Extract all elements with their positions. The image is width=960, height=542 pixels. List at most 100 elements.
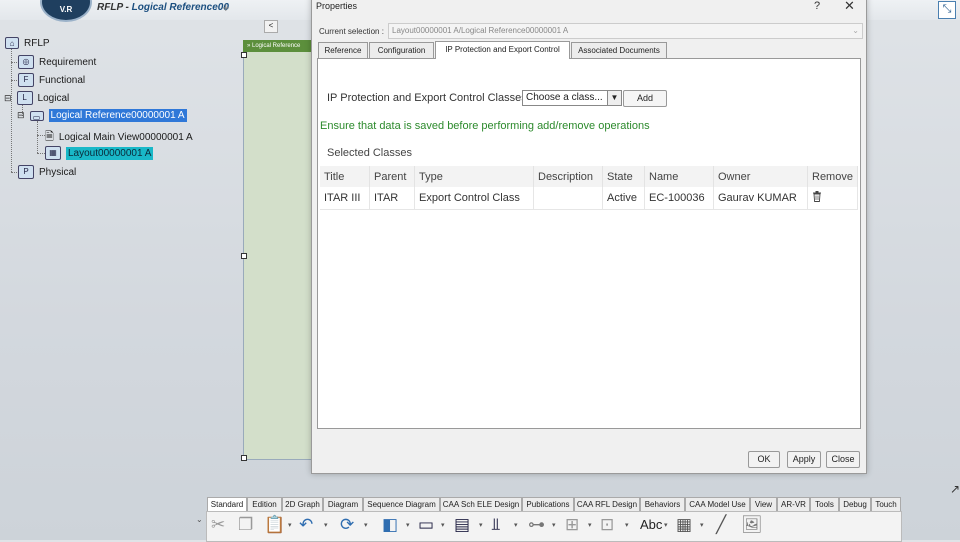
tab-associated-documents[interactable]: Associated Documents: [571, 42, 667, 58]
canvas-header: » Logical Reference: [243, 40, 317, 52]
ip-classes-label: IP Protection and Export Control Classes: [327, 92, 527, 104]
column-header[interactable]: Type: [414, 166, 534, 187]
paste-icon[interactable]: 📋: [264, 515, 285, 535]
tree-label: Logical Main View00000001 A: [58, 132, 193, 143]
chevron-down-icon[interactable]: ▾: [479, 521, 483, 529]
image-icon[interactable]: 🖼: [741, 515, 763, 535]
help-button[interactable]: ?: [814, 0, 820, 12]
layout-icon[interactable]: ⊞: [565, 515, 579, 535]
cell-name: EC-100036: [644, 187, 714, 210]
layout-icon: ▦: [45, 146, 61, 160]
resize-handle[interactable]: [241, 455, 247, 461]
tree-label: Physical: [39, 166, 77, 178]
layers-icon[interactable]: ◧: [382, 515, 398, 535]
view-document-icon: 🗎: [45, 131, 54, 143]
column-header[interactable]: Description: [533, 166, 603, 187]
rflp-icon: ⌂: [5, 37, 19, 49]
chevron-down-icon[interactable]: ▾: [552, 521, 556, 529]
tree-connector: [37, 153, 45, 154]
chevron-down-icon[interactable]: ⌄: [852, 24, 859, 38]
rectangle-icon[interactable]: ▭: [418, 515, 434, 535]
collapse-arrow-icon[interactable]: ⤡: [938, 1, 956, 19]
tree-node-logical[interactable]: ⊟ L Logical: [4, 91, 69, 105]
text-tool-icon[interactable]: Abc: [640, 515, 662, 535]
close-icon[interactable]: ✕: [844, 0, 855, 14]
requirement-icon: ◎: [18, 55, 34, 69]
tab-ip-protection[interactable]: IP Protection and Export Control: [435, 41, 570, 59]
table-grid-icon[interactable]: ▤: [454, 515, 470, 535]
tab-reference[interactable]: Reference: [318, 42, 368, 58]
new-tab-button[interactable]: +: [222, 0, 230, 15]
table-icon[interactable]: ▦: [676, 515, 692, 535]
tree-node-functional[interactable]: F Functional: [18, 73, 85, 87]
apply-button[interactable]: Apply: [787, 451, 821, 468]
tree-label: Requirement: [39, 56, 97, 68]
column-header[interactable]: Owner: [713, 166, 808, 187]
chevron-down-icon[interactable]: ▼: [607, 91, 621, 105]
tree-node-requirement[interactable]: ◎ Requirement: [18, 55, 96, 69]
tree-node-layout[interactable]: ▦ Layout00000001 A: [45, 146, 154, 160]
chevron-down-icon[interactable]: ▾: [588, 521, 592, 529]
table-row[interactable]: ITAR III ITAR Export Control Class Activ…: [320, 187, 858, 210]
component-icon[interactable]: ⊡: [600, 515, 614, 535]
ok-button[interactable]: OK: [748, 451, 780, 468]
current-selection-field[interactable]: Layout00000001 A/Logical Reference000000…: [388, 23, 863, 39]
column-header[interactable]: Parent: [369, 166, 415, 187]
chevron-down-icon[interactable]: ▾: [700, 521, 704, 529]
tree-connector: [37, 135, 45, 136]
chevron-down-icon[interactable]: ⌄: [196, 515, 203, 524]
trash-icon[interactable]: [812, 191, 822, 202]
chevron-down-icon[interactable]: ▾: [441, 521, 445, 529]
chevron-down-icon[interactable]: ▾: [364, 521, 368, 529]
cell-parent: ITAR: [369, 187, 415, 210]
close-button[interactable]: Close: [826, 451, 860, 468]
undo-icon[interactable]: ↶: [299, 515, 313, 535]
resize-handle[interactable]: [241, 253, 247, 259]
cell-state: Active: [602, 187, 645, 210]
tree-node-physical[interactable]: P Physical: [18, 165, 76, 179]
scroll-left-button[interactable]: <: [264, 20, 278, 33]
functional-icon: F: [18, 73, 34, 87]
title-prefix: RFLP -: [97, 2, 132, 13]
table-header-row: Title Parent Type Description State Name…: [320, 166, 858, 187]
column-header[interactable]: Name: [644, 166, 714, 187]
copy-icon[interactable]: ❐: [238, 515, 253, 535]
column-header[interactable]: Remove: [807, 166, 858, 187]
cut-icon[interactable]: ✂: [211, 515, 225, 535]
app-title[interactable]: RFLP - Logical Reference00: [97, 2, 229, 13]
column-header[interactable]: State: [602, 166, 645, 187]
cell-description: [533, 187, 603, 210]
line-icon[interactable]: ╱: [716, 515, 726, 535]
cursor-arrow-icon: ↗: [950, 482, 960, 496]
tree-label-selected: Logical Reference00000001 A: [48, 109, 187, 122]
logical-reference-icon: ▭: [29, 110, 44, 122]
physical-icon: P: [18, 165, 34, 179]
refresh-icon[interactable]: ⟳: [340, 515, 354, 535]
chevron-down-icon[interactable]: ▾: [514, 521, 518, 529]
chevron-down-icon[interactable]: ▾: [664, 521, 668, 529]
chevron-down-icon[interactable]: ▾: [324, 521, 328, 529]
add-button[interactable]: Add: [623, 90, 667, 107]
class-select[interactable]: Choose a class... ▼: [522, 90, 622, 106]
collapse-minus-icon[interactable]: ⊟: [4, 93, 12, 104]
tree-label: Functional: [39, 74, 86, 86]
chevron-down-icon[interactable]: ▾: [625, 521, 629, 529]
tree-node-main-view[interactable]: 🗎 Logical Main View00000001 A: [45, 128, 193, 147]
chevron-down-icon[interactable]: ▾: [406, 521, 410, 529]
collapse-minus-icon[interactable]: ⊟: [17, 110, 25, 121]
layout-canvas[interactable]: [243, 40, 315, 460]
tree-node-logical-reference[interactable]: ⊟ ▭ Logical Reference00000001 A: [17, 109, 187, 122]
tree-label: Logical: [37, 92, 70, 104]
align-icon[interactable]: ⫫: [491, 515, 501, 535]
connector-icon[interactable]: ⊶: [528, 515, 545, 535]
tab-configuration[interactable]: Configuration: [369, 42, 434, 58]
logo-text: V.R: [59, 5, 73, 14]
resize-handle[interactable]: [241, 52, 247, 58]
current-selection-label: Current selection :: [319, 27, 384, 36]
title-main: Logical Reference00: [131, 2, 229, 13]
chevron-down-icon[interactable]: ▾: [288, 521, 292, 529]
classes-table: Title Parent Type Description State Name…: [320, 166, 858, 210]
tree-node-rflp[interactable]: ⌂ RFLP: [5, 37, 50, 49]
column-header[interactable]: Title: [320, 166, 370, 187]
logical-icon: L: [16, 91, 33, 105]
